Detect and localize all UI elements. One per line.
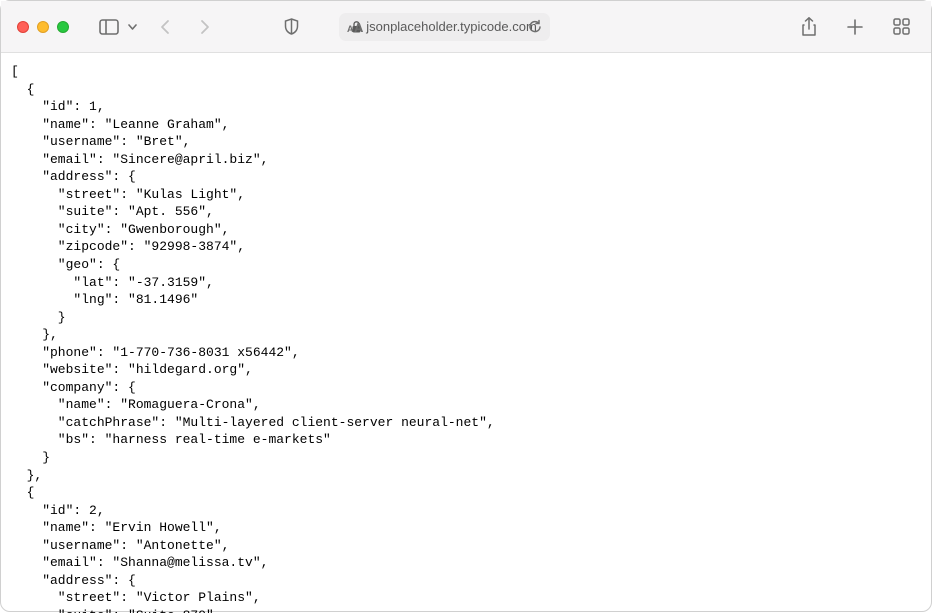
- chevron-left-icon: [160, 19, 170, 35]
- address-content: jsonplaceholder.typicode.com: [352, 19, 537, 34]
- svg-text:A: A: [347, 24, 354, 33]
- address-bar[interactable]: A A jsonplaceholder.typicode.com: [339, 13, 550, 41]
- tab-overview-button[interactable]: [887, 15, 915, 39]
- tab-grid-icon: [893, 18, 910, 35]
- json-response-body[interactable]: [ { "id": 1, "name": "Leanne Graham", "u…: [1, 53, 931, 613]
- share-button[interactable]: [795, 15, 823, 39]
- share-icon: [801, 17, 817, 37]
- window-controls: [17, 21, 69, 33]
- close-window-button[interactable]: [17, 21, 29, 33]
- maximize-window-button[interactable]: [57, 21, 69, 33]
- forward-button[interactable]: [191, 15, 219, 39]
- minimize-window-button[interactable]: [37, 21, 49, 33]
- back-button[interactable]: [151, 15, 179, 39]
- svg-text:A: A: [354, 21, 364, 33]
- reload-icon: [528, 19, 542, 34]
- reader-format-button[interactable]: A A: [345, 15, 365, 39]
- sidebar-toggle-button[interactable]: [95, 15, 123, 39]
- url-text: jsonplaceholder.typicode.com: [366, 19, 537, 34]
- reload-button[interactable]: [528, 19, 542, 34]
- plus-icon: [847, 19, 863, 35]
- chevron-right-icon: [200, 19, 210, 35]
- new-tab-button[interactable]: [841, 15, 869, 39]
- chevron-down-icon: [128, 24, 137, 30]
- text-size-icon: A A: [347, 21, 364, 33]
- shield-icon: [284, 18, 299, 35]
- privacy-report-button[interactable]: [277, 15, 305, 39]
- sidebar-dropdown-button[interactable]: [125, 15, 139, 39]
- browser-toolbar: A A jsonplaceholder.typicode.com: [1, 1, 931, 53]
- sidebar-icon: [99, 19, 119, 35]
